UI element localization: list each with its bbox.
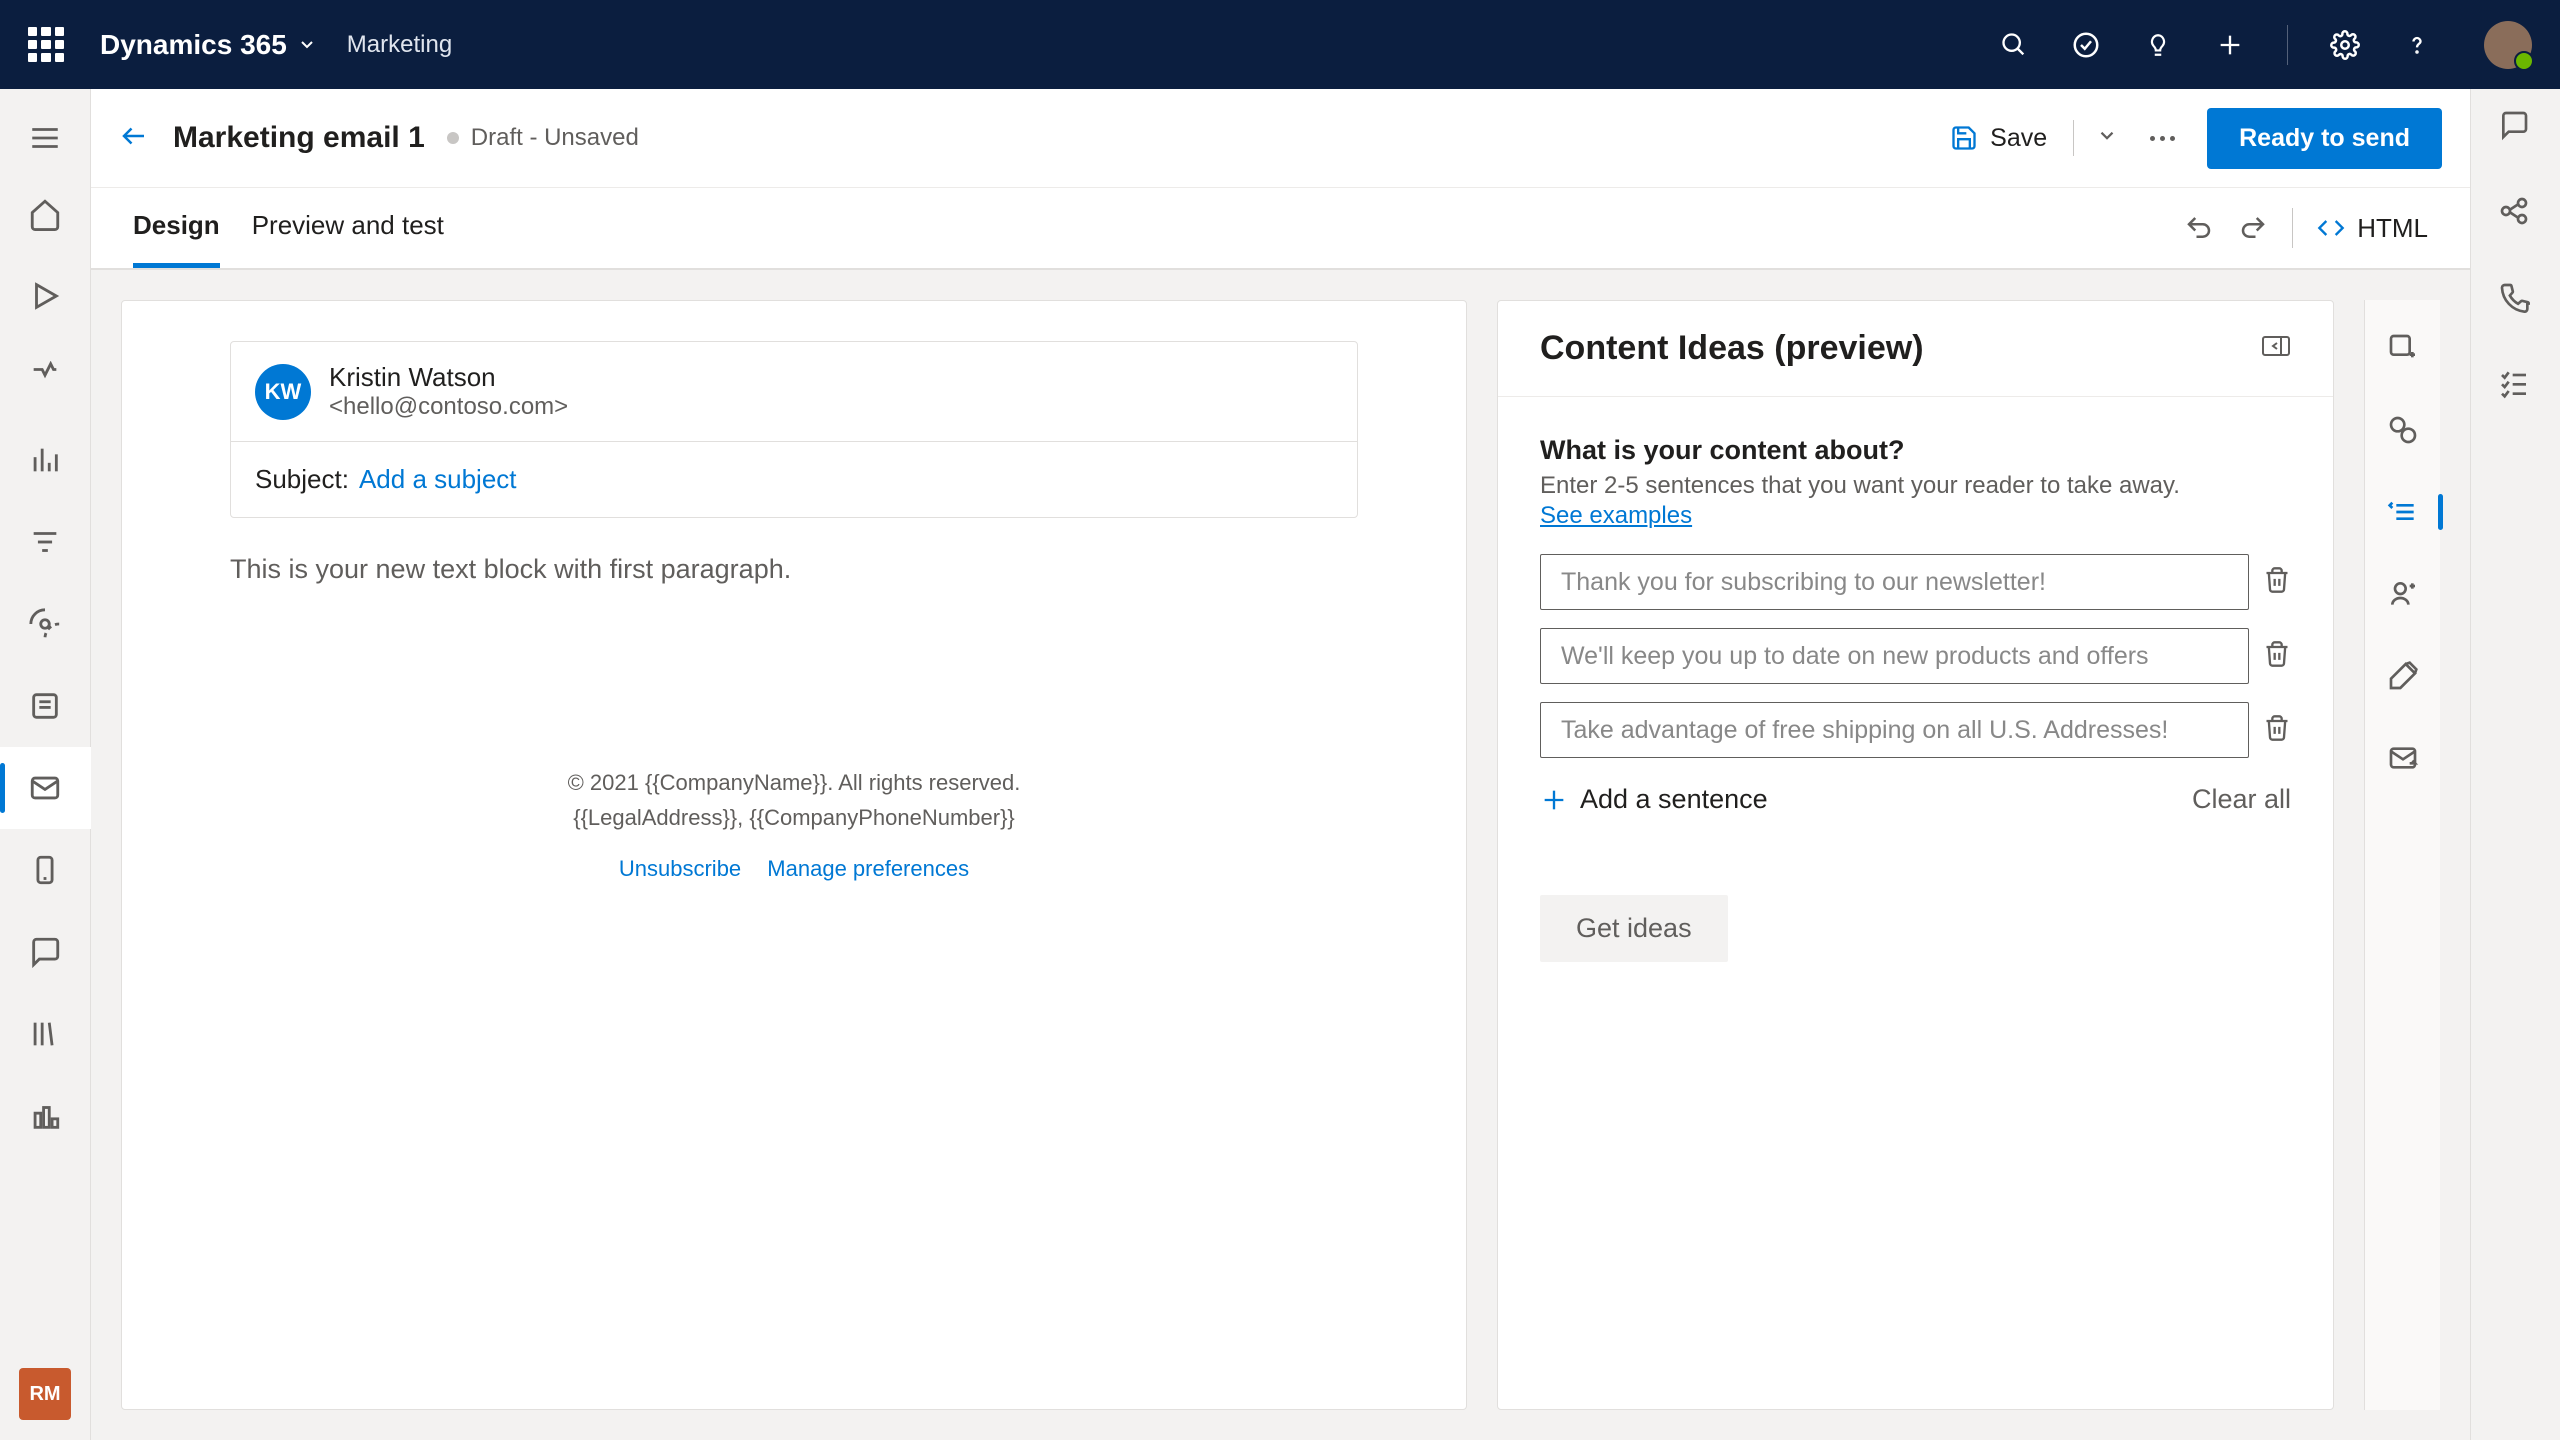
- tool-add-block-icon[interactable]: [2385, 330, 2421, 366]
- expand-panel-icon[interactable]: [2261, 335, 2291, 362]
- sender-avatar: KW: [255, 364, 311, 420]
- save-label: Save: [1990, 124, 2047, 153]
- assist-chat-icon[interactable]: [2498, 109, 2534, 145]
- tool-elements-icon[interactable]: [2385, 412, 2421, 448]
- app-launcher-icon[interactable]: [28, 27, 64, 63]
- user-badge[interactable]: RM: [19, 1368, 71, 1420]
- lightbulb-icon[interactable]: [2143, 30, 2173, 60]
- more-button[interactable]: [2140, 126, 2185, 151]
- email-footer: © 2021 {{CompanyName}}. All rights reser…: [230, 765, 1358, 887]
- html-view-button[interactable]: HTML: [2317, 213, 2428, 244]
- top-icons: [1999, 21, 2532, 69]
- plus-icon: [1540, 786, 1568, 814]
- tool-styles-icon[interactable]: [2385, 658, 2421, 694]
- help-icon[interactable]: [2402, 30, 2432, 60]
- code-icon: [2317, 214, 2345, 242]
- unsubscribe-link[interactable]: Unsubscribe: [619, 856, 741, 881]
- save-icon: [1950, 124, 1978, 152]
- sender-row[interactable]: KW Kristin Watson <hello@contoso.com>: [231, 342, 1357, 441]
- delete-input-2[interactable]: [2263, 640, 2291, 673]
- see-examples-link[interactable]: See examples: [1540, 502, 1692, 530]
- app-section[interactable]: Marketing: [347, 31, 452, 59]
- search-icon[interactable]: [1999, 30, 2029, 60]
- app-name-label: Dynamics 365: [100, 29, 287, 61]
- assistant-rail: [2470, 89, 2560, 1440]
- undo-icon[interactable]: [2184, 213, 2214, 243]
- idea-input-3[interactable]: [1540, 702, 2249, 758]
- nav-filter-icon[interactable]: [0, 501, 91, 583]
- task-icon[interactable]: [2071, 30, 2101, 60]
- nav-hamburger-icon[interactable]: [0, 103, 91, 173]
- divider: [2292, 208, 2293, 248]
- get-ideas-button[interactable]: Get ideas: [1540, 895, 1728, 962]
- toolbox-rail: [2364, 300, 2440, 1410]
- prompt-question: What is your content about?: [1540, 435, 2291, 466]
- user-avatar[interactable]: [2484, 21, 2532, 69]
- divider: [2073, 120, 2074, 156]
- footer-line-1: © 2021 {{CompanyName}}. All rights reser…: [230, 765, 1358, 800]
- nav-play-icon[interactable]: [0, 255, 91, 337]
- nav-report-icon[interactable]: [0, 1075, 91, 1157]
- nav-target-icon[interactable]: [0, 583, 91, 665]
- html-label: HTML: [2357, 213, 2428, 244]
- back-button[interactable]: [119, 121, 149, 156]
- status-text: Draft - Unsaved: [471, 124, 639, 152]
- status-dot-icon: [447, 132, 459, 144]
- footer-line-2: {{LegalAddress}}, {{CompanyPhoneNumber}}: [230, 800, 1358, 835]
- nav-library-icon[interactable]: [0, 993, 91, 1075]
- main-area: Marketing email 1 Draft - Unsaved Save R…: [91, 89, 2470, 1440]
- content-ideas-panel: Content Ideas (preview) What is your con…: [1497, 300, 2334, 1410]
- assist-phone-icon[interactable]: [2498, 281, 2534, 317]
- email-body-text[interactable]: This is your new text block with first p…: [230, 554, 1358, 585]
- tool-content-ideas-icon[interactable]: [2385, 494, 2421, 530]
- save-options-button[interactable]: [2086, 115, 2128, 162]
- sender-name: Kristin Watson: [329, 362, 568, 393]
- ready-to-send-button[interactable]: Ready to send: [2207, 108, 2442, 169]
- command-bar: Marketing email 1 Draft - Unsaved Save R…: [91, 89, 2470, 188]
- delete-input-3[interactable]: [2263, 714, 2291, 747]
- chevron-down-icon: [2096, 125, 2118, 147]
- add-sentence-button[interactable]: Add a sentence: [1540, 784, 1768, 815]
- prompt-hint: Enter 2-5 sentences that you want your r…: [1540, 472, 2291, 500]
- email-header: KW Kristin Watson <hello@contoso.com> Su…: [230, 341, 1358, 518]
- tool-email-settings-icon[interactable]: [2385, 740, 2421, 776]
- tab-row: Design Preview and test HTML: [91, 188, 2470, 270]
- global-navbar: Dynamics 365 Marketing: [0, 0, 2560, 89]
- email-canvas: KW Kristin Watson <hello@contoso.com> Su…: [121, 300, 1467, 1410]
- nav-analytics-icon[interactable]: [0, 419, 91, 501]
- settings-icon[interactable]: [2330, 30, 2360, 60]
- add-sentence-label: Add a sentence: [1580, 784, 1768, 815]
- nav-email-icon[interactable]: [0, 747, 91, 829]
- redo-icon[interactable]: [2238, 213, 2268, 243]
- tab-design[interactable]: Design: [133, 188, 220, 268]
- nav-mobile-icon[interactable]: [0, 829, 91, 911]
- tab-preview[interactable]: Preview and test: [252, 188, 444, 268]
- sender-email: <hello@contoso.com>: [329, 393, 568, 421]
- nav-chat-icon[interactable]: [0, 911, 91, 993]
- idea-input-1[interactable]: [1540, 554, 2249, 610]
- subject-row[interactable]: Subject: Add a subject: [231, 441, 1357, 517]
- assist-checklist-icon[interactable]: [2498, 367, 2534, 403]
- subject-label: Subject:: [255, 464, 349, 495]
- add-icon[interactable]: [2215, 30, 2245, 60]
- add-subject-link[interactable]: Add a subject: [359, 464, 517, 495]
- app-name[interactable]: Dynamics 365: [100, 29, 317, 61]
- manage-preferences-link[interactable]: Manage preferences: [767, 856, 969, 881]
- panel-title: Content Ideas (preview): [1540, 329, 1924, 368]
- nav-journey-icon[interactable]: [0, 337, 91, 419]
- delete-input-1[interactable]: [2263, 566, 2291, 599]
- save-button[interactable]: Save: [1936, 114, 2061, 163]
- left-navigation: RM: [0, 89, 91, 1440]
- assist-share-icon[interactable]: [2498, 195, 2534, 231]
- chevron-down-icon: [297, 35, 317, 55]
- tool-personalization-icon[interactable]: [2385, 576, 2421, 612]
- nav-form-icon[interactable]: [0, 665, 91, 747]
- page-title: Marketing email 1: [173, 121, 425, 155]
- idea-input-2[interactable]: [1540, 628, 2249, 684]
- nav-home-icon[interactable]: [0, 173, 91, 255]
- clear-all-button[interactable]: Clear all: [2192, 784, 2291, 815]
- divider: [2287, 25, 2288, 65]
